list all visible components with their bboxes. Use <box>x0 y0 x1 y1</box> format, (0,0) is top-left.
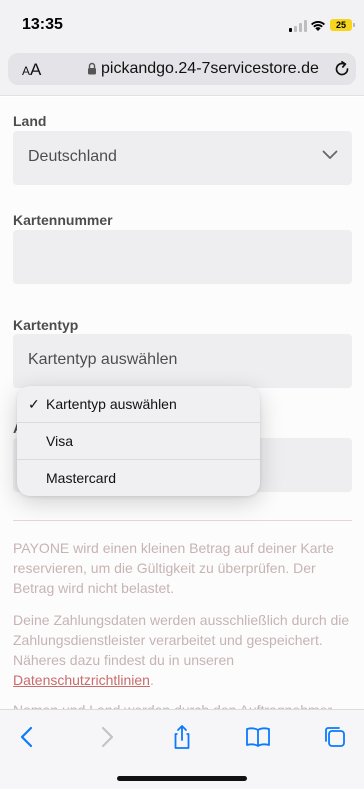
share-icon[interactable] <box>169 724 195 750</box>
text-size-button[interactable]: AA <box>22 60 41 80</box>
picker-option-label: Mastercard <box>46 470 117 486</box>
picker-option-label: Visa <box>46 433 73 449</box>
cellular-signal-icon <box>289 20 307 32</box>
address-bar[interactable]: AA pickandgo.24-7servicestore.de <box>8 53 356 85</box>
status-bar: 13:35 25 <box>0 0 364 50</box>
forward-icon[interactable] <box>93 724 119 750</box>
checkmark-icon: ✓ <box>28 396 40 412</box>
bookmarks-icon[interactable] <box>245 724 271 750</box>
picker-option[interactable]: Visa <box>17 423 260 460</box>
picker-option-label: Kartentyp auswählen <box>46 396 177 412</box>
battery-icon: 25 <box>330 19 355 31</box>
tabs-icon[interactable] <box>322 724 348 750</box>
home-indicator <box>117 776 247 781</box>
card-type-picker: ✓ Kartentyp auswählen Visa Mastercard <box>17 386 260 496</box>
wifi-icon <box>311 21 325 31</box>
status-time: 13:35 <box>22 16 63 33</box>
picker-option[interactable]: Mastercard <box>17 460 260 496</box>
picker-option[interactable]: ✓ Kartentyp auswählen <box>17 386 260 423</box>
url-text: pickandgo.24-7servicestore.de <box>101 60 319 77</box>
browser-address-area: AA pickandgo.24-7servicestore.de <box>0 50 364 96</box>
reload-icon[interactable] <box>333 60 351 78</box>
back-icon[interactable] <box>15 724 41 750</box>
lock-icon <box>88 62 96 75</box>
